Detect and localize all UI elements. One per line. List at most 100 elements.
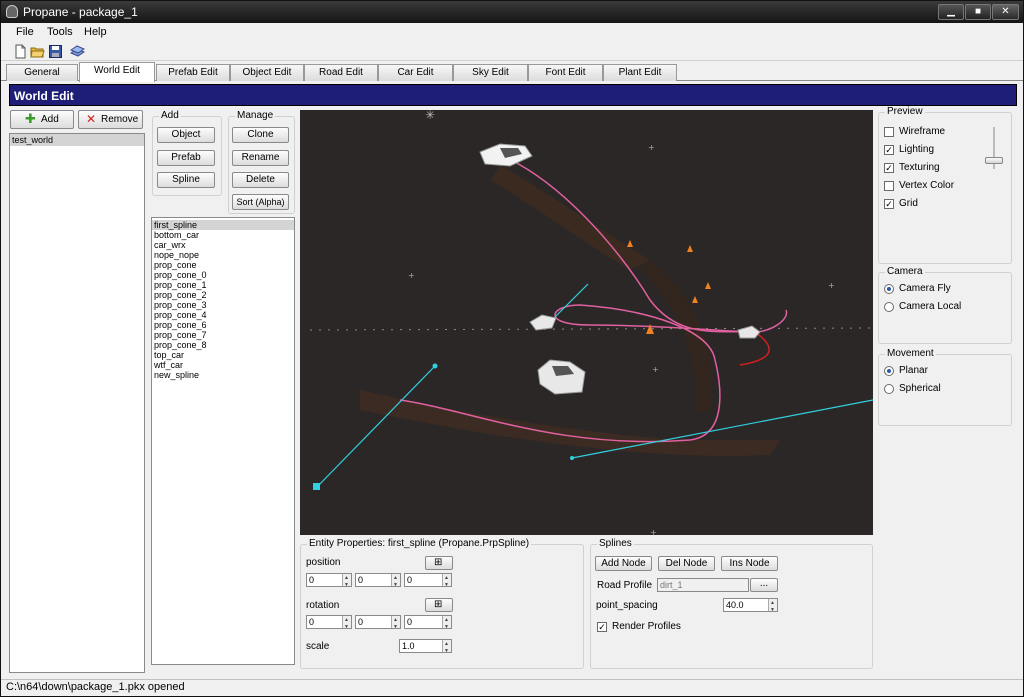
save-icon[interactable] <box>48 44 63 59</box>
rotation-label: rotation <box>306 600 340 611</box>
list-item[interactable]: prop_cone_0 <box>152 270 294 280</box>
scale-input[interactable]: 1.0 <box>399 638 452 657</box>
control-node[interactable] <box>432 363 438 369</box>
list-item[interactable]: new_spline <box>152 370 294 380</box>
group-label: Add <box>159 110 181 121</box>
tab-plant-edit[interactable]: Plant Edit <box>603 64 677 81</box>
tab-sky-edit[interactable]: Sky Edit <box>453 64 528 81</box>
splines-group: Splines Add Node Del Node Ins Node Road … <box>590 538 873 669</box>
position-x-input[interactable]: 0 <box>306 572 352 591</box>
close-button[interactable]: ✕ <box>992 4 1019 20</box>
title-bar[interactable]: Propane - package_1 ▁ ■ ✕ <box>1 1 1023 23</box>
entity-properties-group: Entity Properties: first_spline (Propane… <box>300 538 584 669</box>
render-profiles-checkbox[interactable]: ✓ <box>597 622 607 632</box>
rotation-y-input[interactable]: 0 <box>355 614 401 633</box>
add-object-button[interactable]: Object <box>157 127 215 143</box>
tab-bar: General World Edit Prefab Edit Object Ed… <box>1 62 1023 82</box>
menu-bar: File Tools Help <box>1 23 1023 42</box>
tab-car-edit[interactable]: Car Edit <box>378 64 453 81</box>
point-spacing-input[interactable]: 40.0 <box>723 597 778 616</box>
wireframe-checkbox[interactable] <box>884 127 894 137</box>
rotation-x-input[interactable]: 0 <box>306 614 352 633</box>
list-item[interactable]: nope_nope <box>152 250 294 260</box>
tab-object-edit[interactable]: Object Edit <box>230 64 304 81</box>
render-profiles-label: Render Profiles <box>612 621 681 632</box>
position-z-input[interactable]: 0 <box>404 572 452 591</box>
remove-world-button[interactable]: ✕ Remove <box>78 110 143 129</box>
sort-alpha-button[interactable]: Sort (Alpha) <box>232 194 289 210</box>
tab-road-edit[interactable]: Road Edit <box>304 64 378 81</box>
add-prefab-button[interactable]: Prefab <box>157 150 215 166</box>
texturing-label: Texturing <box>899 162 940 173</box>
open-folder-icon[interactable] <box>30 44 45 59</box>
tab-world-edit[interactable]: World Edit <box>79 62 155 82</box>
list-item[interactable]: prop_cone <box>152 260 294 270</box>
add-node-button[interactable]: Add Node <box>595 556 652 571</box>
vertex-color-checkbox[interactable] <box>884 181 894 191</box>
planar-label: Planar <box>899 365 928 376</box>
minimize-button[interactable]: ▁ <box>938 4 964 20</box>
new-file-icon[interactable] <box>13 44 28 59</box>
preview-slider[interactable] <box>983 127 1005 169</box>
scene-render[interactable]: ✳ + + + + + <box>300 110 873 535</box>
spherical-radio[interactable] <box>884 384 894 394</box>
toolbar <box>1 42 1023 61</box>
list-item[interactable]: test_world <box>10 134 144 146</box>
point-spacing-label: point_spacing <box>596 600 658 611</box>
list-item[interactable]: prop_cone_8 <box>152 340 294 350</box>
list-item[interactable]: bottom_car <box>152 230 294 240</box>
spherical-label: Spherical <box>899 383 941 394</box>
rotation-z-input[interactable]: 0 <box>404 614 452 633</box>
list-item[interactable]: top_car <box>152 350 294 360</box>
control-node[interactable] <box>313 483 320 490</box>
texturing-checkbox[interactable]: ✓ <box>884 163 894 173</box>
list-item[interactable]: first_spline <box>152 220 294 230</box>
clone-button[interactable]: Clone <box>232 127 289 143</box>
scene-marker: + <box>648 143 655 152</box>
lighting-checkbox[interactable]: ✓ <box>884 145 894 155</box>
list-item[interactable]: prop_cone_3 <box>152 300 294 310</box>
menu-file[interactable]: File <box>16 26 34 38</box>
movement-group: Movement Planar Spherical <box>878 348 1012 426</box>
list-item[interactable]: car_wrx <box>152 240 294 250</box>
add-spline-button[interactable]: Spline <box>157 172 215 188</box>
browse-profile-button[interactable]: ... <box>750 578 778 592</box>
list-item[interactable]: prop_cone_7 <box>152 330 294 340</box>
plus-icon: ✚ <box>25 111 36 126</box>
app-window: Propane - package_1 ▁ ■ ✕ File Tools Hel… <box>0 0 1024 697</box>
delete-button[interactable]: Delete <box>232 172 289 188</box>
scale-label: scale <box>306 641 330 652</box>
picker-icon: ⊞ <box>434 557 443 568</box>
position-pick-button[interactable]: ⊞ <box>425 556 453 570</box>
wireframe-label: Wireframe <box>899 126 946 137</box>
list-item[interactable]: prop_cone_4 <box>152 310 294 320</box>
rename-button[interactable]: Rename <box>232 150 289 166</box>
list-item[interactable]: prop_cone_6 <box>152 320 294 330</box>
maximize-button[interactable]: ■ <box>965 4 991 20</box>
menu-help[interactable]: Help <box>84 26 107 38</box>
grid-checkbox[interactable]: ✓ <box>884 199 894 209</box>
menu-tools[interactable]: Tools <box>47 26 73 38</box>
position-y-input[interactable]: 0 <box>355 572 401 591</box>
planar-radio[interactable] <box>884 366 894 376</box>
camera-local-radio[interactable] <box>884 302 894 312</box>
tab-font-edit[interactable]: Font Edit <box>528 64 603 81</box>
slider-thumb[interactable] <box>985 157 1003 164</box>
camera-fly-radio[interactable] <box>884 284 894 294</box>
list-item[interactable]: prop_cone_1 <box>152 280 294 290</box>
lighting-label: Lighting <box>899 144 935 155</box>
scene-viewport[interactable]: ✳ + + + + + <box>300 110 873 535</box>
del-node-button[interactable]: Del Node <box>658 556 715 571</box>
tab-prefab-edit[interactable]: Prefab Edit <box>156 64 230 81</box>
group-label: Splines <box>597 538 634 549</box>
ins-node-button[interactable]: Ins Node <box>721 556 778 571</box>
add-world-button[interactable]: ✚ Add <box>10 110 74 129</box>
control-node[interactable] <box>570 456 574 460</box>
tab-general[interactable]: General <box>6 64 78 81</box>
list-item[interactable]: wtf_car <box>152 360 294 370</box>
world-list[interactable]: test_world <box>9 133 145 673</box>
package-icon[interactable] <box>70 44 85 59</box>
rotation-pick-button[interactable]: ⊞ <box>425 598 453 612</box>
entity-list[interactable]: first_spline bottom_car car_wrx nope_nop… <box>151 217 295 665</box>
list-item[interactable]: prop_cone_2 <box>152 290 294 300</box>
